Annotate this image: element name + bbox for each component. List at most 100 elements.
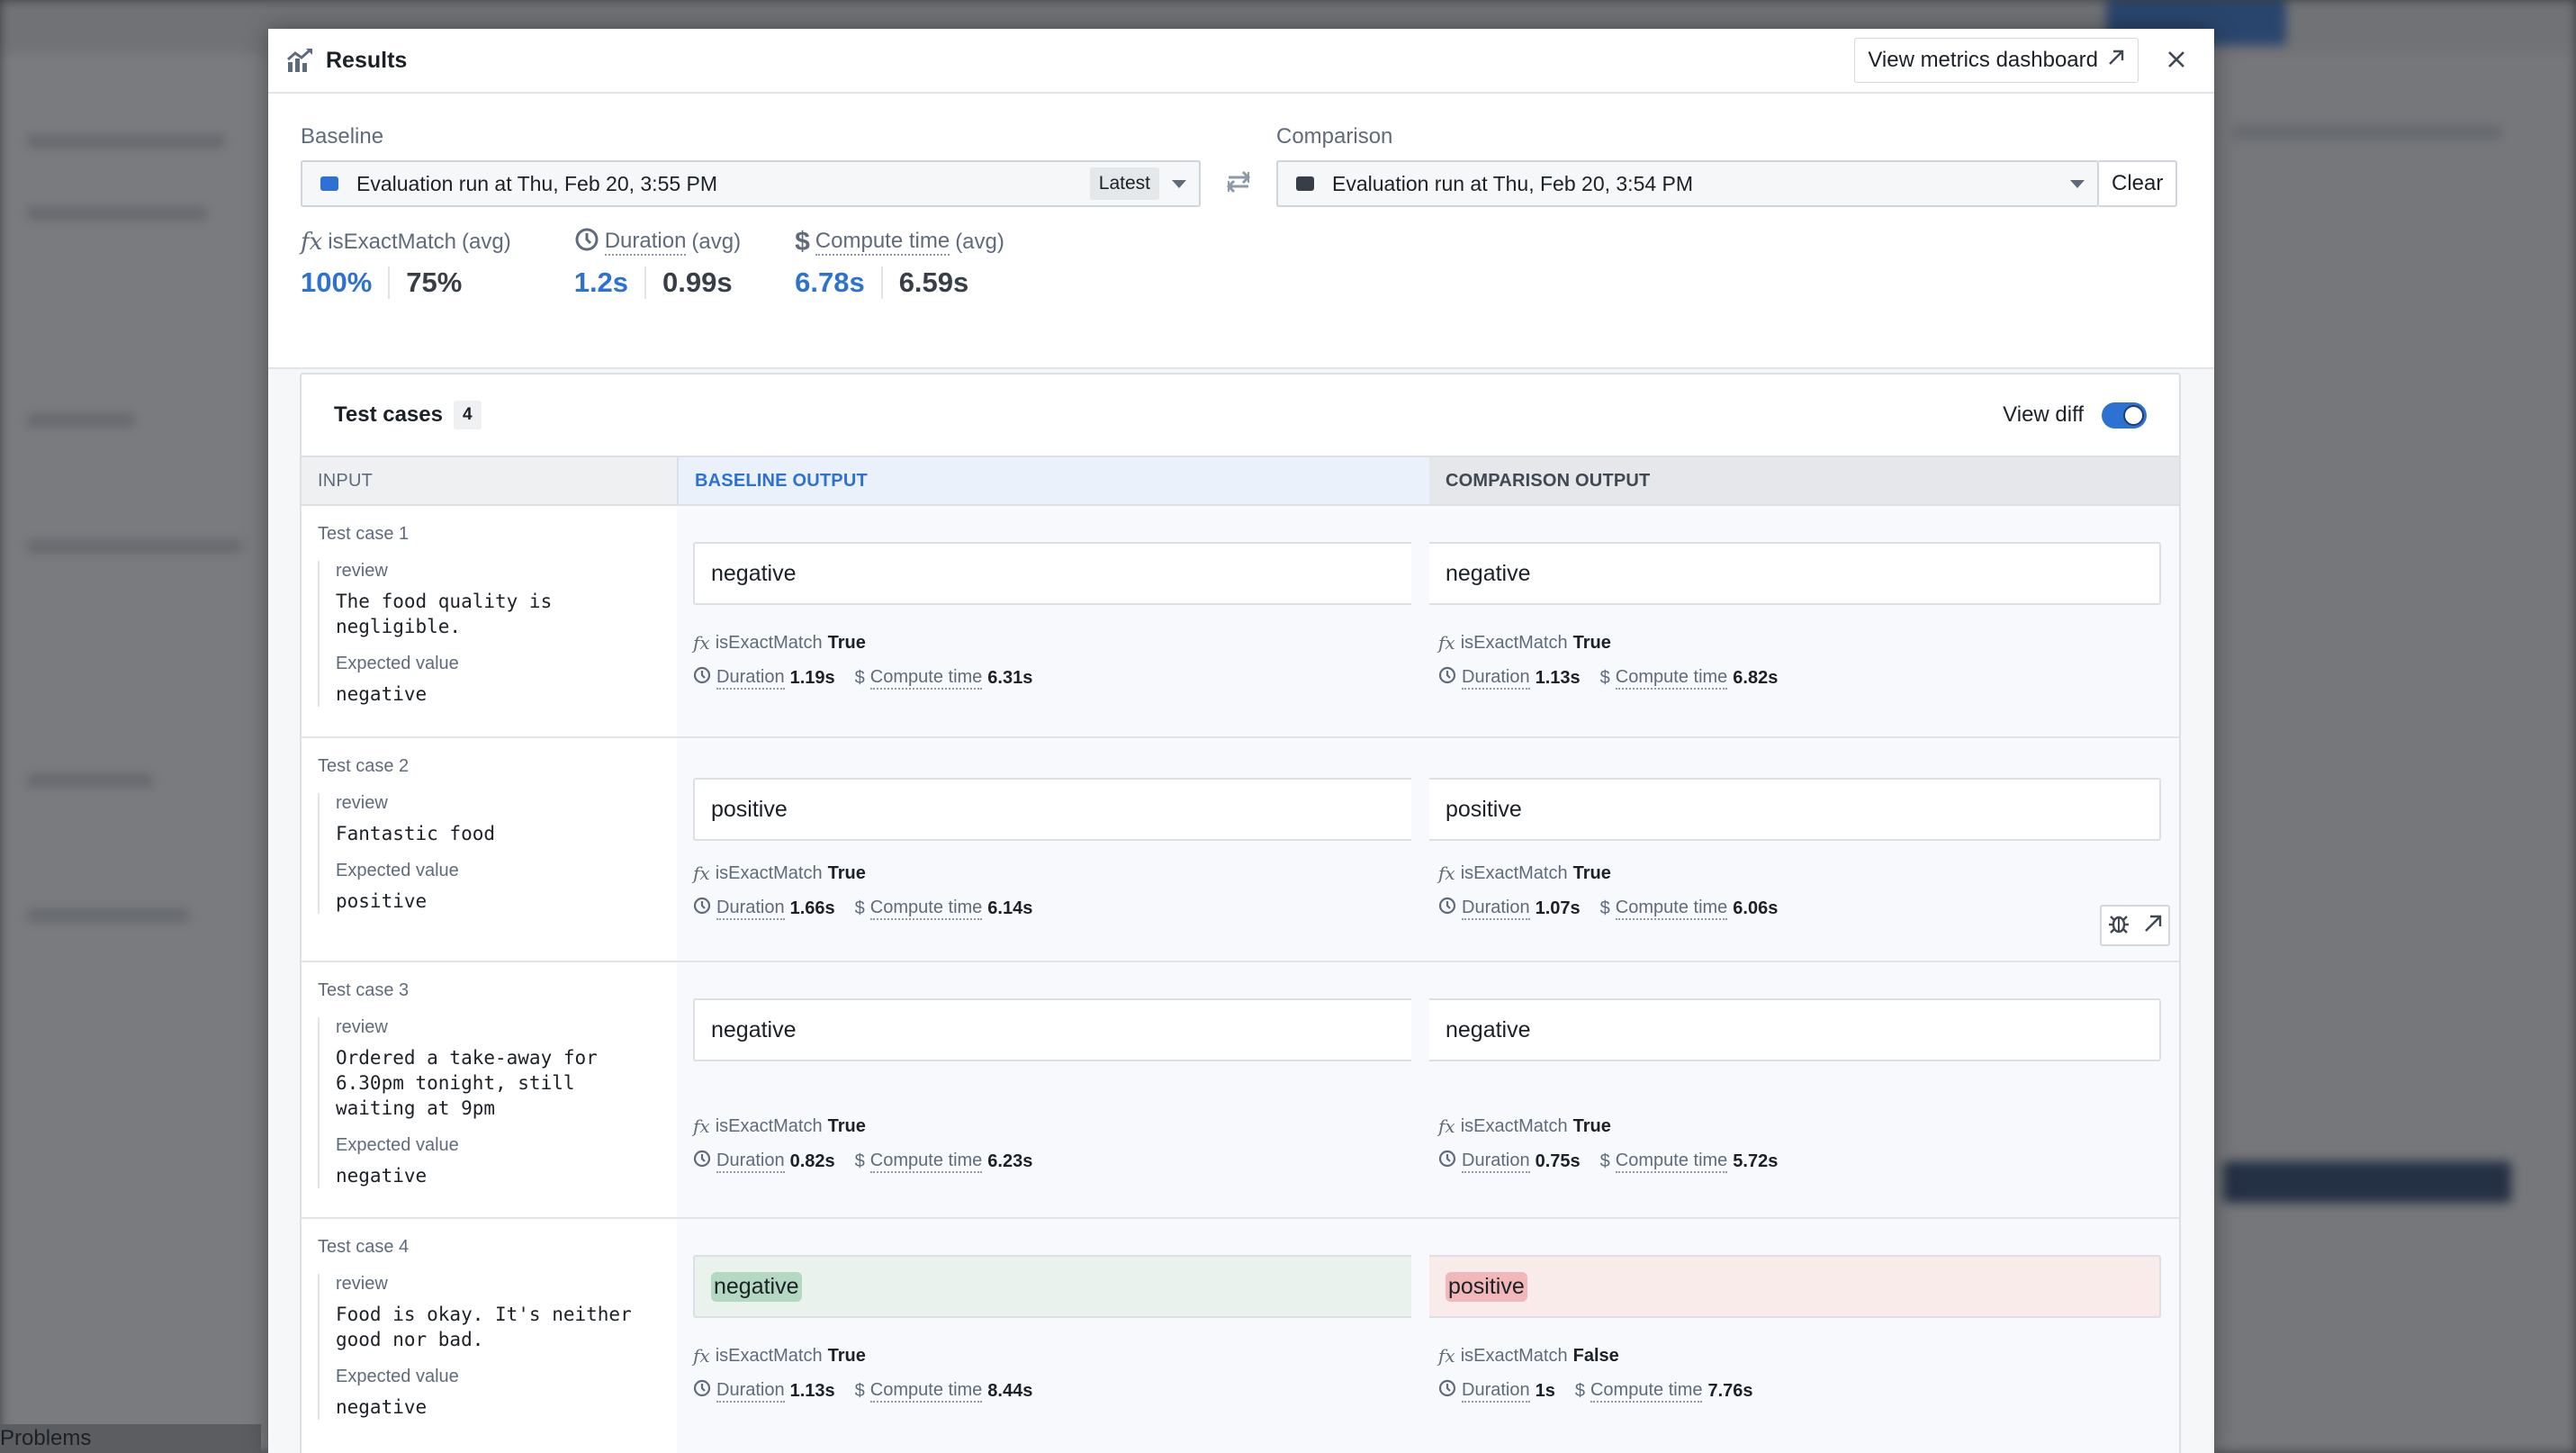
duration-value: 1.19s bbox=[789, 667, 835, 688]
baseline-output: negative bbox=[693, 1255, 1411, 1318]
clear-comparison-button[interactable]: Clear bbox=[2099, 160, 2178, 207]
baseline-run-select[interactable]: Evaluation run at Thu, Feb 20, 3:55 PM L… bbox=[301, 160, 1201, 207]
view-diff-label: View diff bbox=[2003, 402, 2084, 427]
match-value: True bbox=[1572, 632, 1611, 653]
expected-value-label: Expected value bbox=[336, 1135, 459, 1155]
duration-label[interactable]: Duration bbox=[716, 667, 785, 690]
compute-time-label[interactable]: Compute time bbox=[869, 1380, 983, 1403]
duration-label[interactable]: Duration bbox=[716, 1380, 785, 1403]
metric-name: isExactMatch bbox=[328, 230, 457, 254]
expected-value: negative bbox=[336, 1165, 428, 1187]
metric-isexactmatch: fx isExactMatch (avg) 100% 75% bbox=[301, 227, 511, 299]
metric-comparison-value: 0.99s bbox=[662, 266, 733, 298]
compute-time-label[interactable]: Compute time bbox=[869, 667, 983, 690]
match-value: True bbox=[827, 862, 866, 883]
comparison-timing-metrics: Duration 1s $ Compute time 7.76s bbox=[1429, 1379, 2161, 1403]
comparison-timing-metrics: Duration 1.13s $ Compute time 6.82s bbox=[1429, 666, 2161, 690]
view-metrics-dashboard-button[interactable]: View metrics dashboard bbox=[1854, 38, 2139, 83]
metric-baseline-value: 100% bbox=[301, 266, 391, 299]
test-case-rows: Test case 1 review The food quality is n… bbox=[302, 506, 2179, 1453]
duration-label[interactable]: Duration bbox=[1462, 1380, 1530, 1403]
duration-label[interactable]: Duration bbox=[716, 898, 785, 920]
duration-value: 1.13s bbox=[789, 1380, 835, 1401]
compute-time-label[interactable]: Compute time bbox=[1590, 1380, 1703, 1403]
duration-value: 1.07s bbox=[1535, 898, 1581, 918]
compute-time-label[interactable]: Compute time bbox=[869, 1151, 983, 1173]
baseline-output-cell: negative fx isExactMatch True Duration 1… bbox=[677, 1219, 1429, 1453]
table-row: Test case 1 review The food quality is n… bbox=[302, 506, 2179, 738]
function-icon: fx bbox=[693, 632, 710, 654]
comparison-timing-metrics: Duration 0.75s $ Compute time 5.72s bbox=[1429, 1150, 2161, 1173]
input-cell: Test case 3 review Ordered a take-away f… bbox=[302, 962, 677, 1217]
baseline-output: positive bbox=[693, 778, 1411, 841]
close-icon bbox=[2167, 45, 2185, 76]
comparison-output-cell: negative fx isExactMatch True Duration 1… bbox=[1429, 506, 2179, 736]
duration-label[interactable]: Duration bbox=[1462, 1151, 1530, 1173]
compute-time-label[interactable]: Compute time bbox=[1615, 1151, 1728, 1173]
metric-name[interactable]: Duration bbox=[604, 229, 687, 256]
dollar-icon: $ bbox=[1599, 1151, 1610, 1171]
comparison-output-cell: positive fx isExactMatch False Duration … bbox=[1429, 1219, 2179, 1453]
function-icon: fx bbox=[1438, 862, 1455, 884]
compute-time-value: 6.82s bbox=[1733, 667, 1779, 688]
metric-label: isExactMatch bbox=[1460, 1115, 1568, 1136]
baseline-group: Baseline Evaluation run at Thu, Feb 20, … bbox=[301, 124, 1201, 207]
input-value: Fantastic food bbox=[336, 823, 496, 844]
baseline-match-metric: fx isExactMatch True bbox=[693, 1115, 1411, 1137]
comparison-run-select[interactable]: Evaluation run at Thu, Feb 20, 3:54 PM bbox=[1276, 160, 2099, 207]
expected-value: positive bbox=[336, 890, 428, 912]
dollar-icon: $ bbox=[1599, 898, 1610, 918]
duration-value: 1s bbox=[1535, 1380, 1555, 1401]
duration-label[interactable]: Duration bbox=[1462, 898, 1530, 920]
test-case-label: Test case 2 bbox=[318, 756, 410, 776]
swap-runs-button[interactable] bbox=[1201, 160, 1276, 207]
clock-icon bbox=[1438, 897, 1456, 920]
baseline-output-text: negative bbox=[711, 1271, 802, 1302]
comparison-timing-metrics: Duration 1.07s $ Compute time 6.06s bbox=[1429, 897, 2161, 920]
duration-value: 1.13s bbox=[1535, 667, 1581, 688]
close-button[interactable] bbox=[2158, 42, 2194, 78]
compute-time-label[interactable]: Compute time bbox=[1615, 898, 1728, 920]
view-diff-toggle[interactable] bbox=[2102, 402, 2147, 429]
compute-time-value: 7.76s bbox=[1707, 1380, 1753, 1401]
table-row: Test case 3 review Ordered a take-away f… bbox=[302, 962, 2179, 1219]
input-block: review The food quality is negligible. E… bbox=[318, 561, 661, 707]
metric-name[interactable]: Compute time bbox=[815, 229, 950, 256]
metric-label: isExactMatch bbox=[715, 1345, 823, 1366]
baseline-label: Baseline bbox=[301, 124, 384, 149]
compute-time-value: 6.14s bbox=[987, 898, 1033, 918]
open-external-icon[interactable] bbox=[2143, 914, 2163, 938]
debug-bug-icon[interactable] bbox=[2107, 912, 2130, 940]
baseline-output-text: positive bbox=[711, 796, 788, 822]
baseline-output: negative bbox=[693, 998, 1411, 1061]
run-selectors: Baseline Evaluation run at Thu, Feb 20, … bbox=[301, 124, 2182, 207]
comparison-output-text: negative bbox=[1446, 560, 1531, 586]
match-value: True bbox=[827, 632, 866, 653]
compute-time-label[interactable]: Compute time bbox=[869, 898, 983, 920]
function-icon: fx bbox=[693, 1345, 710, 1367]
metric-compute-time: $ Compute time (avg) 6.78s 6.59s bbox=[795, 227, 1004, 299]
dialog-header: Results View metrics dashboard bbox=[268, 29, 2214, 94]
metric-suffix: (avg) bbox=[691, 230, 742, 254]
clock-icon bbox=[693, 666, 711, 690]
problems-tab[interactable]: Problems bbox=[0, 1426, 91, 1451]
duration-label[interactable]: Duration bbox=[716, 1151, 785, 1173]
dollar-icon: $ bbox=[854, 1151, 865, 1171]
clock-icon bbox=[693, 1150, 711, 1173]
test-case-label: Test case 3 bbox=[318, 980, 410, 1000]
dollar-icon: $ bbox=[854, 667, 865, 688]
results-dialog: Results View metrics dashboard Baseline … bbox=[268, 29, 2214, 1453]
baseline-timing-metrics: Duration 0.82s $ Compute time 6.23s bbox=[693, 1150, 1411, 1173]
compute-time-value: 8.44s bbox=[987, 1380, 1033, 1401]
baseline-timing-metrics: Duration 1.13s $ Compute time 8.44s bbox=[693, 1379, 1411, 1403]
clock-icon bbox=[1438, 1150, 1456, 1173]
duration-label[interactable]: Duration bbox=[1462, 667, 1530, 690]
compute-time-label[interactable]: Compute time bbox=[1615, 667, 1728, 690]
table-row: Test case 2 review Fantastic food Expect… bbox=[302, 738, 2179, 962]
test-cases-count: 4 bbox=[453, 401, 482, 429]
baseline-output-cell: negative fx isExactMatch True Duration 1… bbox=[677, 506, 1429, 736]
metric-suffix: (avg) bbox=[955, 230, 1004, 254]
clock-icon bbox=[1438, 666, 1456, 690]
chevron-down-icon bbox=[1172, 179, 1186, 188]
column-header-input: INPUT bbox=[302, 457, 677, 504]
